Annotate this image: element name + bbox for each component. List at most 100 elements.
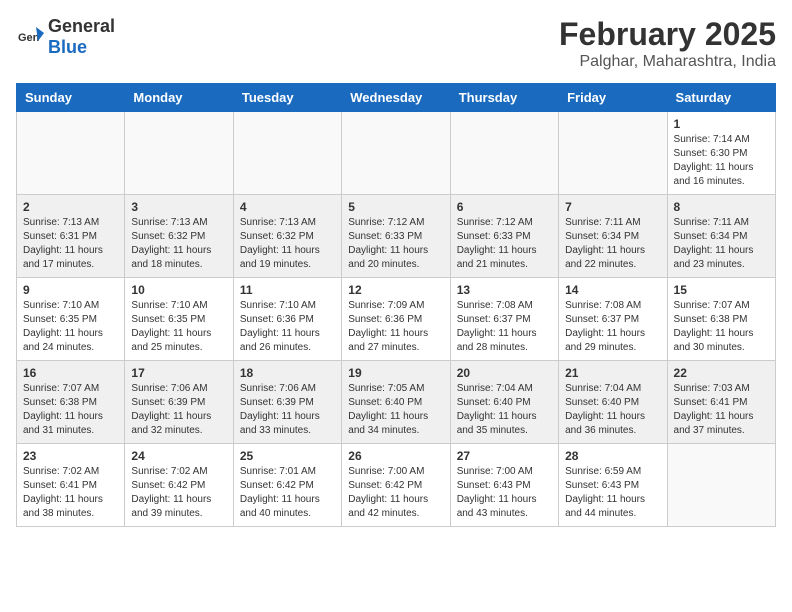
logo-blue: Blue — [48, 37, 87, 57]
day-number: 14 — [565, 283, 660, 297]
day-info-line: Daylight: 11 hours and 19 minutes. — [240, 245, 320, 270]
day-info-line: Sunset: 6:30 PM — [674, 148, 748, 159]
day-info-line: Sunrise: 7:03 AM — [674, 383, 750, 394]
day-info-line: Sunset: 6:37 PM — [565, 314, 639, 325]
day-info: Sunrise: 7:13 AM Sunset: 6:31 PM Daylight:… — [23, 216, 118, 272]
day-info: Sunrise: 7:01 AMSunset: 6:42 PMDaylight:… — [240, 465, 335, 521]
day-info: Sunrise: 7:06 AMSunset: 6:39 PMDaylight:… — [131, 382, 226, 438]
day-info-line: Daylight: 11 hours and 39 minutes. — [131, 494, 211, 519]
day-number: 6 — [457, 200, 552, 214]
day-info: Sunrise: 7:04 AMSunset: 6:40 PMDaylight:… — [457, 382, 552, 438]
day-number: 28 — [565, 449, 660, 463]
day-info-line: Sunset: 6:32 PM — [240, 231, 314, 242]
day-info-line: Sunrise: 7:09 AM — [348, 300, 424, 311]
day-info-line: Sunset: 6:43 PM — [565, 480, 639, 491]
calendar-cell: 28Sunrise: 6:59 AMSunset: 6:43 PMDayligh… — [559, 444, 667, 527]
day-info-line: Sunrise: 7:06 AM — [240, 383, 316, 394]
day-number: 11 — [240, 283, 335, 297]
day-info-line: Sunset: 6:34 PM — [565, 231, 639, 242]
day-info-line: Daylight: 11 hours and 30 minutes. — [674, 328, 754, 353]
day-info-line: Sunrise: 7:04 AM — [565, 383, 641, 394]
day-info-line: Sunset: 6:33 PM — [348, 231, 422, 242]
day-number: 27 — [457, 449, 552, 463]
day-info-line: Sunrise: 7:10 AM — [23, 300, 99, 311]
day-info-line: Sunset: 6:38 PM — [674, 314, 748, 325]
header-monday: Monday — [125, 84, 233, 112]
calendar-cell: 8Sunrise: 7:11 AMSunset: 6:34 PMDaylight… — [667, 195, 775, 278]
day-info: Sunrise: 7:07 AMSunset: 6:38 PMDaylight:… — [674, 299, 769, 355]
calendar-cell: 20 Sunrise: 7:04 AMSunset: 6:40 PMDayligh… — [450, 361, 558, 444]
calendar-cell: 10Sunrise: 7:10 AMSunset: 6:35 PMDayligh… — [125, 278, 233, 361]
day-info-line: Daylight: 11 hours and 38 minutes. — [23, 494, 103, 519]
day-info: Sunrise: 7:00 AM Sunset: 6:43 PM Daylight:… — [457, 465, 552, 521]
day-info-line: Sunrise: 7:00 AM — [457, 466, 533, 477]
day-info-line: Daylight: 11 hours and 43 minutes. — [457, 494, 537, 519]
day-number: 16 — [23, 366, 118, 380]
day-info-line: Daylight: 11 hours and 17 minutes. — [23, 245, 103, 270]
svg-text:Gen: Gen — [18, 32, 40, 44]
day-info: Sunrise: 7:13 AMSunset: 6:32 PMDaylight:… — [240, 216, 335, 272]
day-info-line: Sunrise: 7:02 AM — [23, 466, 99, 477]
day-info-line: Sunrise: 7:04 AM — [457, 383, 533, 394]
day-number: 5 — [348, 200, 443, 214]
day-number: 4 — [240, 200, 335, 214]
day-info-line: Daylight: 11 hours and 27 minutes. — [348, 328, 428, 353]
header-saturday: Saturday — [667, 84, 775, 112]
header: Gen General Blue February 2025 Palghar, … — [16, 16, 776, 71]
day-number: 15 — [674, 283, 769, 297]
calendar-cell: 18Sunrise: 7:06 AMSunset: 6:39 PMDayligh… — [233, 361, 341, 444]
logo-text: General Blue — [48, 16, 115, 58]
day-info-line: Daylight: 11 hours and 29 minutes. — [565, 328, 645, 353]
day-info-line: Sunset: 6:32 PM — [131, 231, 205, 242]
day-info-line: Sunset: 6:33 PM — [457, 231, 531, 242]
day-info-line: Sunrise: 7:13 AM — [23, 217, 99, 228]
calendar-body: 1Sunrise: 7:14 AMSunset: 6:30 PMDaylight… — [17, 112, 776, 527]
day-info: Sunrise: 7:08 AMSunset: 6:37 PMDaylight:… — [565, 299, 660, 355]
day-info: Sunrise: 7:03 AMSunset: 6:41 PMDaylight:… — [674, 382, 769, 438]
calendar-cell: 15 Sunrise: 7:07 AMSunset: 6:38 PMDayligh… — [667, 278, 775, 361]
header-sunday: Sunday — [17, 84, 125, 112]
day-info: Sunrise: 7:14 AMSunset: 6:30 PMDaylight:… — [674, 133, 769, 189]
calendar-cell: 2 Sunrise: 7:13 AM Sunset: 6:31 PM Daylight… — [17, 195, 125, 278]
day-info-line: Sunrise: 7:08 AM — [457, 300, 533, 311]
day-info: Sunrise: 7:11 AMSunset: 6:34 PMDaylight:… — [565, 216, 660, 272]
day-info: Sunrise: 7:02 AMSunset: 6:41 PMDaylight:… — [23, 465, 118, 521]
day-info-line: Sunset: 6:43 PM — [457, 480, 531, 491]
day-info-line: Daylight: 11 hours and 34 minutes. — [348, 411, 428, 436]
day-info: Sunrise: 7:00 AMSunset: 6:42 PMDaylight:… — [348, 465, 443, 521]
day-info: Sunrise: 7:08 AM Sunset: 6:37 PM Daylight:… — [457, 299, 552, 355]
calendar-table: Sunday Monday Tuesday Wednesday Thursday… — [16, 83, 776, 527]
calendar-cell: 14 Sunrise: 7:08 AMSunset: 6:37 PMDayligh… — [559, 278, 667, 361]
day-info-line: Daylight: 11 hours and 28 minutes. — [457, 328, 537, 353]
calendar-cell: 23Sunrise: 7:02 AMSunset: 6:41 PMDayligh… — [17, 444, 125, 527]
calendar-cell: 7Sunrise: 7:11 AMSunset: 6:34 PMDaylight… — [559, 195, 667, 278]
day-number: 18 — [240, 366, 335, 380]
day-number: 12 — [348, 283, 443, 297]
logo-icon: Gen — [16, 23, 44, 51]
calendar-cell: 13 Sunrise: 7:08 AM Sunset: 6:37 PM Dayligh… — [450, 278, 558, 361]
logo-general: General — [48, 16, 115, 36]
day-number: 24 — [131, 449, 226, 463]
day-number: 19 — [348, 366, 443, 380]
header-wednesday: Wednesday — [342, 84, 450, 112]
day-info: Sunrise: 7:02 AMSunset: 6:42 PMDaylight:… — [131, 465, 226, 521]
calendar-cell — [667, 444, 775, 527]
day-info: Sunrise: 7:10 AMSunset: 6:36 PMDaylight:… — [240, 299, 335, 355]
day-info: Sunrise: 7:11 AMSunset: 6:34 PMDaylight:… — [674, 216, 769, 272]
day-info-line: Sunset: 6:37 PM — [457, 314, 531, 325]
day-info-line: Sunset: 6:31 PM — [23, 231, 97, 242]
day-number: 20 — [457, 366, 552, 380]
day-number: 13 — [457, 283, 552, 297]
day-info-line: Daylight: 11 hours and 21 minutes. — [457, 245, 537, 270]
day-info: Sunrise: 7:10 AMSunset: 6:35 PMDaylight:… — [131, 299, 226, 355]
day-info-line: Sunset: 6:40 PM — [348, 397, 422, 408]
sub-title: Palghar, Maharashtra, India — [559, 53, 776, 71]
day-number: 2 — [23, 200, 118, 214]
day-info-line: Daylight: 11 hours and 37 minutes. — [674, 411, 754, 436]
day-info-line: Sunrise: 7:01 AM — [240, 466, 316, 477]
day-info: Sunrise: 7:09 AMSunset: 6:36 PMDaylight:… — [348, 299, 443, 355]
day-info-line: Sunrise: 6:59 AM — [565, 466, 641, 477]
calendar-cell: 26Sunrise: 7:00 AMSunset: 6:42 PMDayligh… — [342, 444, 450, 527]
day-number: 25 — [240, 449, 335, 463]
header-friday: Friday — [559, 84, 667, 112]
